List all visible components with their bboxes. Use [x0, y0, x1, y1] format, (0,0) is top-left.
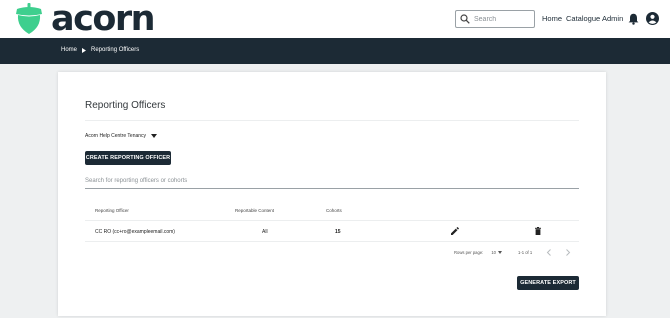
account-circle-icon[interactable]: [646, 12, 659, 25]
search-reporting-officers-input[interactable]: Search for reporting officers or cohorts: [85, 178, 579, 189]
rows-per-page: Rows per page: 10 1-1 of 1: [454, 250, 532, 255]
delete-icon[interactable]: [535, 227, 541, 235]
bell-icon[interactable]: [628, 13, 639, 25]
column-header-cohorts: Cohorts: [326, 208, 342, 213]
cohorts-cell: 15: [335, 229, 341, 235]
breadcrumb-home-link[interactable]: Home: [61, 47, 77, 53]
column-header-reportable-content: Reportable Content: [235, 208, 275, 213]
tenancy-label: Acorn Help Centre Tenancy: [85, 133, 147, 139]
table-header-divider: [85, 220, 579, 221]
edit-icon[interactable]: [451, 227, 459, 235]
main-card: Reporting Officers Acorn Help Centre Ten…: [58, 72, 606, 316]
breadcrumb: Home Reporting Officers: [61, 47, 139, 53]
reportable-content-cell: All: [262, 229, 268, 235]
column-header-reporting-officer: Reporting Officer: [95, 208, 129, 213]
create-reporting-officer-button[interactable]: CREATE REPORTING OFFICER: [85, 151, 171, 165]
chevron-left-icon[interactable]: [546, 249, 552, 256]
chevron-right-icon: [82, 47, 87, 53]
tenancy-selector[interactable]: Acorn Help Centre Tenancy: [85, 133, 158, 139]
acorn-logo[interactable]: acorn: [14, 0, 156, 39]
caret-down-icon: [151, 134, 158, 138]
nav-catalogue-link[interactable]: Catalogue: [566, 14, 600, 23]
acorn-logo-icon: [16, 3, 42, 34]
top-navigation-bar: acorn Home Catalogue Admin: [0, 0, 670, 38]
caret-down-icon: [498, 251, 503, 254]
search-box[interactable]: [455, 10, 535, 28]
chevron-right-icon[interactable]: [565, 249, 571, 256]
nav-admin-link[interactable]: Admin: [602, 14, 623, 23]
rows-per-page-label: Rows per page:: [454, 250, 484, 255]
search-icon: [460, 14, 470, 24]
rows-per-page-select[interactable]: 10: [491, 250, 503, 255]
table-row-divider: [85, 241, 579, 242]
search-input[interactable]: [474, 15, 534, 23]
rows-per-page-value: 10: [491, 250, 497, 255]
pagination-range: 1-1 of 1: [518, 250, 533, 255]
nav-home-link[interactable]: Home: [542, 14, 562, 23]
title-divider: [85, 120, 579, 121]
breadcrumb-current: Reporting Officers: [91, 47, 140, 53]
page-title: Reporting Officers: [85, 100, 166, 111]
logo-wordmark: acorn: [51, 0, 156, 39]
generate-export-button[interactable]: GENERATE EXPORT: [517, 276, 579, 290]
breadcrumb-bar: Home Reporting Officers: [0, 38, 670, 64]
officer-cell: CC RO (cc+ro@exampleemail.com): [95, 229, 175, 235]
